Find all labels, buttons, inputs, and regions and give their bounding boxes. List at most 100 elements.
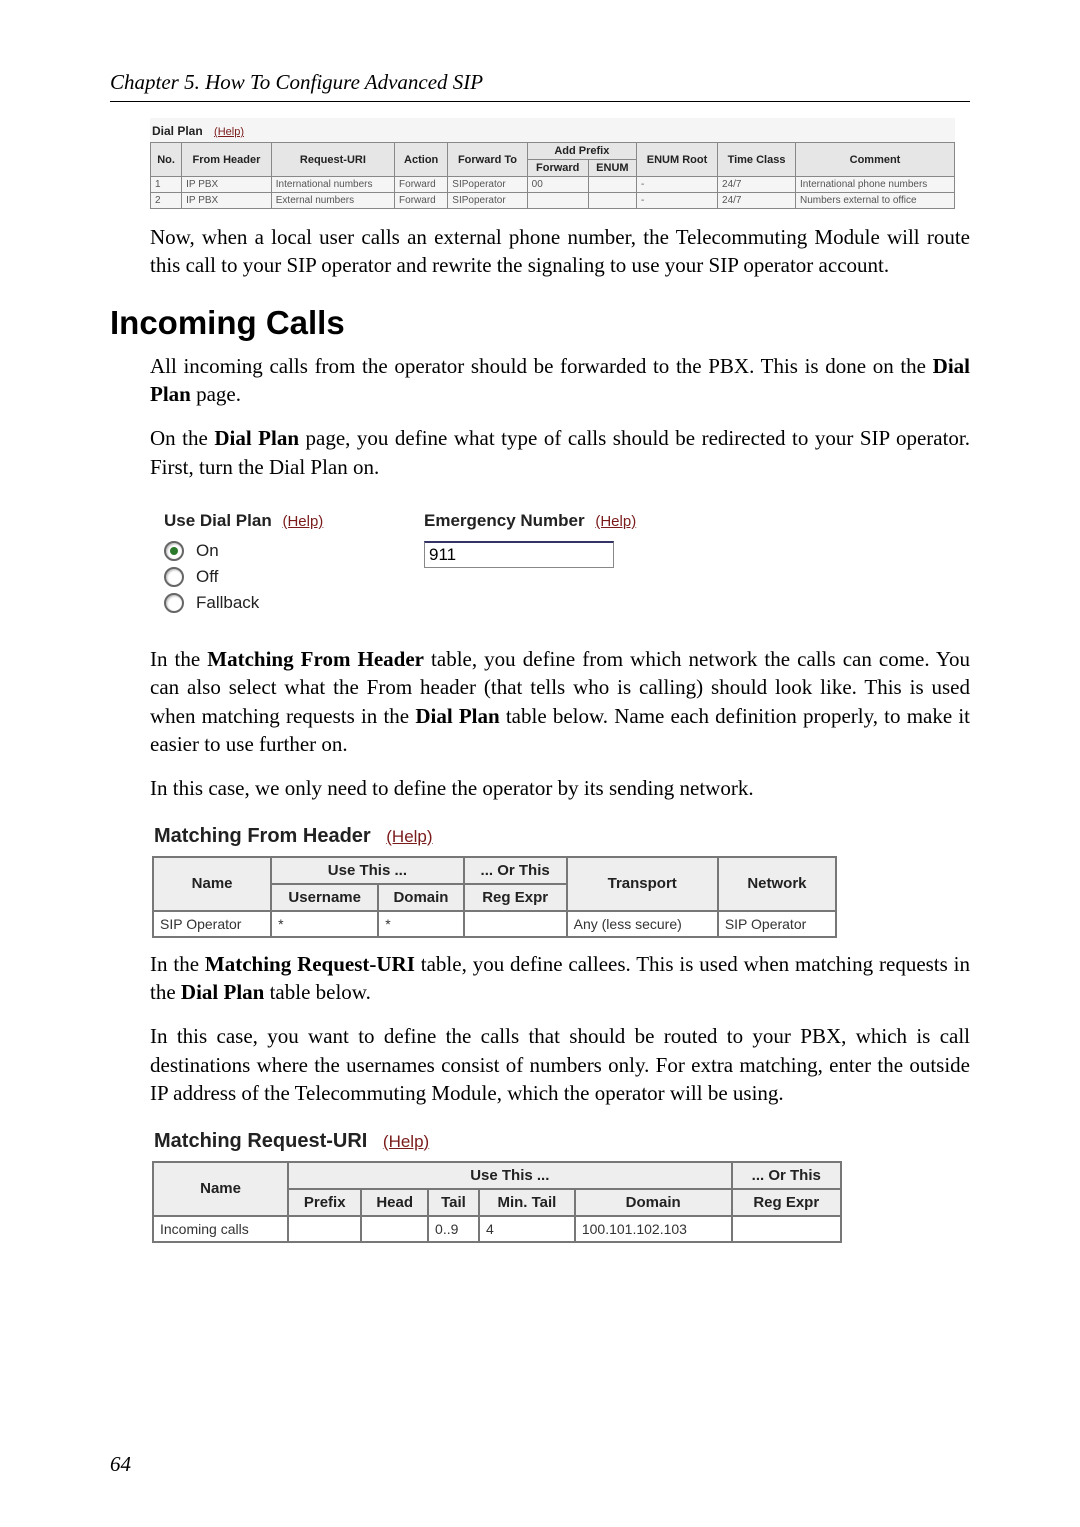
table-row: 2 IP PBX External numbers Forward SIPope… <box>151 193 955 209</box>
text: In the <box>150 952 205 976</box>
cell: IP PBX <box>182 193 272 209</box>
cell <box>464 911 567 937</box>
cell: - <box>637 193 718 209</box>
cell: 24/7 <box>718 177 796 193</box>
cell: SIP Operator <box>153 911 271 937</box>
matching-from-header-figure: Matching From Header (Help) Name Use Thi… <box>150 819 839 940</box>
use-dial-plan-help-link[interactable]: (Help) <box>282 513 323 530</box>
cell: IP PBX <box>182 177 272 193</box>
cell: External numbers <box>271 193 394 209</box>
cell: Incoming calls <box>153 1216 288 1242</box>
cell <box>361 1216 428 1242</box>
mfh-table: Name Use This ... ... Or This Transport … <box>152 856 837 938</box>
cell: 4 <box>479 1216 575 1242</box>
cell: * <box>271 911 378 937</box>
cell <box>732 1216 841 1242</box>
text: All incoming calls from the operator sho… <box>150 354 933 378</box>
th-name: Name <box>153 857 271 911</box>
dial-plan-title: Dial Plan <box>152 124 203 138</box>
paragraph: All incoming calls from the operator sho… <box>150 352 970 409</box>
th-add-prefix-enum: ENUM <box>588 160 636 177</box>
text: On the <box>150 426 214 450</box>
paragraph: In the Matching From Header table, you d… <box>150 645 970 758</box>
radio-fallback[interactable]: Fallback <box>164 593 424 613</box>
paragraph: In the Matching Request-URI table, you d… <box>150 950 970 1007</box>
cell: International phone numbers <box>796 177 955 193</box>
emergency-number-input[interactable] <box>424 541 614 568</box>
text: In the <box>150 647 207 671</box>
th-reg-expr: Reg Expr <box>464 884 567 911</box>
th-add-prefix-forward: Forward <box>527 160 588 177</box>
text: Dial Plan <box>181 980 264 1004</box>
table-row: 1 IP PBX International numbers Forward S… <box>151 177 955 193</box>
use-dial-plan-title: Use Dial Plan <box>164 511 272 530</box>
radio-off[interactable]: Off <box>164 567 424 587</box>
th-use-this: Use This ... <box>271 857 464 884</box>
cell <box>588 193 636 209</box>
radio-icon <box>164 567 184 587</box>
th-or-this: ... Or This <box>464 857 567 884</box>
radio-label: Fallback <box>196 593 259 613</box>
emergency-number-help-link[interactable]: (Help) <box>595 513 636 530</box>
th-head: Head <box>361 1189 428 1216</box>
cell: * <box>378 911 463 937</box>
matching-request-uri-figure: Matching Request-URI (Help) Name Use Thi… <box>150 1124 844 1245</box>
radio-on[interactable]: On <box>164 541 424 561</box>
th-comment: Comment <box>796 143 955 177</box>
title-underline <box>110 101 970 102</box>
th-add-prefix: Add Prefix <box>527 143 636 160</box>
th-action: Action <box>395 143 448 177</box>
cell: 00 <box>527 177 588 193</box>
cell: Forward <box>395 177 448 193</box>
paragraph: In this case, you want to define the cal… <box>150 1022 970 1107</box>
incoming-calls-heading: Incoming Calls <box>110 304 970 342</box>
th-tail: Tail <box>428 1189 479 1216</box>
cell: 24/7 <box>718 193 796 209</box>
radio-icon <box>164 541 184 561</box>
th-network: Network <box>718 857 836 911</box>
dial-plan-table: No. From Header Request-URI Action Forwa… <box>150 142 955 209</box>
cell: 2 <box>151 193 182 209</box>
dial-plan-help-link[interactable]: (Help) <box>214 126 244 138</box>
cell <box>288 1216 361 1242</box>
th-prefix: Prefix <box>288 1189 361 1216</box>
th-domain: Domain <box>575 1189 732 1216</box>
cell: 1 <box>151 177 182 193</box>
table-row: SIP Operator * * Any (less secure) SIP O… <box>153 911 836 937</box>
radio-label: On <box>196 541 219 561</box>
cell: Numbers external to office <box>796 193 955 209</box>
th-time-class: Time Class <box>718 143 796 177</box>
paragraph: Now, when a local user calls an external… <box>150 223 970 280</box>
th-no: No. <box>151 143 182 177</box>
table-row: Incoming calls 0..9 4 100.101.102.103 <box>153 1216 841 1242</box>
text: Dial Plan <box>415 704 499 728</box>
page-number: 64 <box>110 1452 131 1477</box>
th-domain: Domain <box>378 884 463 911</box>
mfh-title: Matching From Header <box>154 825 371 847</box>
text: Dial Plan <box>214 426 299 450</box>
cell: International numbers <box>271 177 394 193</box>
mru-help-link[interactable]: (Help) <box>383 1132 429 1151</box>
th-name: Name <box>153 1162 288 1216</box>
chapter-title: Chapter 5. How To Configure Advanced SIP <box>110 70 970 95</box>
th-min-tail: Min. Tail <box>479 1189 575 1216</box>
cell: - <box>637 177 718 193</box>
th-reg-expr: Reg Expr <box>732 1189 841 1216</box>
text: Matching Request-URI <box>205 952 415 976</box>
cell: Any (less secure) <box>567 911 718 937</box>
text: Matching From Header <box>207 647 424 671</box>
mfh-help-link[interactable]: (Help) <box>386 827 432 846</box>
th-from-header: From Header <box>182 143 272 177</box>
cell: Forward <box>395 193 448 209</box>
cell: SIP Operator <box>718 911 836 937</box>
cell <box>527 193 588 209</box>
cell <box>588 177 636 193</box>
mru-title: Matching Request-URI <box>154 1130 367 1152</box>
th-forward-to: Forward To <box>448 143 527 177</box>
th-use-this: Use This ... <box>288 1162 731 1189</box>
cell: SIPoperator <box>448 177 527 193</box>
paragraph: On the Dial Plan page, you define what t… <box>150 424 970 481</box>
use-dial-plan-figure: Use Dial Plan (Help) On Off Fallback <box>150 497 734 635</box>
th-or-this: ... Or This <box>732 1162 841 1189</box>
cell: SIPoperator <box>448 193 527 209</box>
